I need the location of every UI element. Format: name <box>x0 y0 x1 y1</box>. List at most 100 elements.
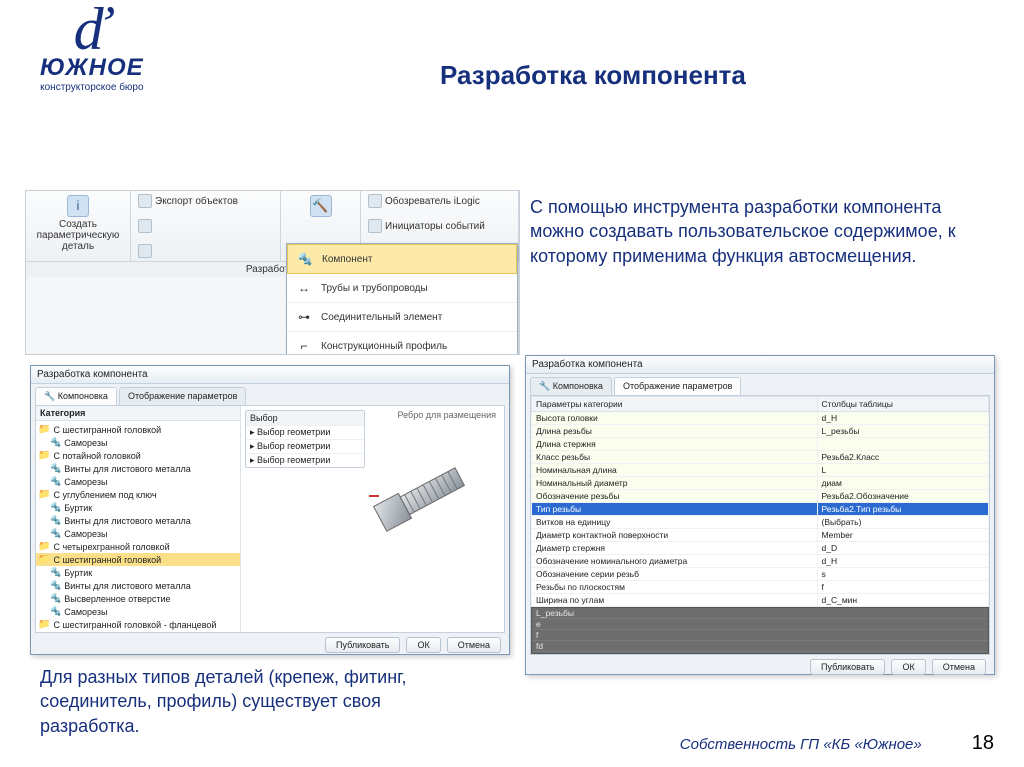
tree-item-label: Буртик <box>64 568 92 578</box>
tree-item[interactable]: 📁С шестигранной головкой - фланцевой <box>36 618 240 631</box>
tree-item[interactable]: 📁С потайной головкой <box>36 449 240 462</box>
tree-item-label: С четырехгранной головкой <box>53 542 169 552</box>
tree-item[interactable]: 🔩Винты для листового металла <box>36 462 240 475</box>
screenshot-ribbon: i Создать параметрическую деталь Экспорт… <box>25 190 520 355</box>
selection-box: Выбор ▸ Выбор геометрии ▸ Выбор геометри… <box>245 410 365 468</box>
export-icon <box>138 194 152 208</box>
tree-item[interactable]: 🔩Саморезы <box>36 605 240 618</box>
ribbon-placeholder-2[interactable] <box>135 243 276 259</box>
ribbon-button[interactable]: 🔨 <box>285 193 356 219</box>
tree-header: Категория <box>36 406 240 421</box>
table-row[interactable]: Обозначение серии резьбs <box>532 568 989 581</box>
tree-item[interactable]: 🔩Буртик <box>36 566 240 579</box>
paragraph-tool-description: С помощью инструмента разработки компоне… <box>530 195 980 268</box>
publish-button[interactable]: Публиковать <box>325 637 400 653</box>
tree-item[interactable]: 🔩Высверленное отверстие <box>36 592 240 605</box>
tree-item-label: Винты для листового металла <box>64 581 190 591</box>
table-row[interactable]: Резьбы по плоскостямf <box>532 581 989 594</box>
tree-item[interactable]: 🔩Винты для листового металла <box>36 579 240 592</box>
tree-item[interactable]: 📁С четырехгранной головкой <box>36 540 240 553</box>
event-triggers-button[interactable]: Инициаторы событий <box>365 218 514 234</box>
selection-item[interactable]: ▸ Выбор геометрии <box>246 439 364 453</box>
events-icon <box>368 219 382 233</box>
dd-label: Трубы и трубопроводы <box>321 283 428 294</box>
part-icon: 🔩 <box>50 515 61 526</box>
dropdown-item-pipes[interactable]: ↔Трубы и трубопроводы <box>287 274 517 303</box>
folder-icon: 📁 <box>38 424 50 435</box>
folder-icon: 📁 <box>38 541 50 552</box>
events-label: Инициаторы событий <box>385 221 485 232</box>
tree-item[interactable]: 🔩Буртик <box>36 501 240 514</box>
dialog-title: Разработка компонента <box>526 356 994 374</box>
list-item[interactable]: f <box>532 630 988 641</box>
table-row[interactable]: Ширина по угламd_C_мин <box>532 594 989 607</box>
logo-subtitle: конструкторское бюро <box>40 82 144 93</box>
dd-label: Соединительный элемент <box>321 312 442 323</box>
table-row[interactable]: Обозначение резьбыРезьба2.Обозначение <box>532 490 989 503</box>
tree-item[interactable]: 🔩Винты для листового металла <box>36 631 240 632</box>
tree-item-label: С углублением под ключ <box>53 490 156 500</box>
selection-item[interactable]: ▸ Выбор геометрии <box>246 425 364 439</box>
profile-icon: ⌐ <box>295 337 313 355</box>
tree-item-label: Саморезы <box>64 607 107 617</box>
table-row[interactable]: Номинальная длинаL <box>532 464 989 477</box>
dropdown-item-component[interactable]: 🔩Компонент <box>287 244 517 274</box>
tree-item[interactable]: 🔩Саморезы <box>36 527 240 540</box>
tab-layout[interactable]: 🔧 Компоновка <box>530 377 612 395</box>
list-item[interactable]: e <box>532 619 988 630</box>
tree-item[interactable]: 📁С шестигранной головкой <box>36 553 240 566</box>
browser-icon <box>368 194 382 208</box>
list-item[interactable]: d_резьбы <box>532 652 988 654</box>
ok-button[interactable]: ОК <box>891 659 925 675</box>
table-row[interactable]: Класс резьбыРезьба2.Класс <box>532 451 989 464</box>
tree-item-label: С шестигранной головкой - фланцевой <box>53 620 216 630</box>
category-tree: Категория 📁С шестигранной головкой🔩Самор… <box>36 406 241 632</box>
part-icon: 🔩 <box>50 528 61 539</box>
tree-item[interactable]: 🔩Винты для листового металла <box>36 514 240 527</box>
dropdown-item-profile[interactable]: ⌐Конструкционный профиль <box>287 332 517 355</box>
table-row[interactable]: Витков на единицу(Выбрать) <box>532 516 989 529</box>
part-icon: 🔩 <box>50 502 61 513</box>
component-dropdown: 🔩Компонент ↔Трубы и трубопроводы ⊶Соедин… <box>286 243 518 355</box>
hammer-icon: 🔨 <box>310 195 332 217</box>
generic-icon <box>138 219 152 233</box>
tab-params-display[interactable]: Отображение параметров <box>119 387 246 405</box>
dialog-title: Разработка компонента <box>31 366 509 384</box>
ribbon-placeholder-1[interactable] <box>135 218 276 234</box>
table-row[interactable]: Длина резьбыL_резьбы <box>532 425 989 438</box>
table-row[interactable]: Обозначение номинального диаметраd_H <box>532 555 989 568</box>
cancel-button[interactable]: Отмена <box>447 637 501 653</box>
tree-item[interactable]: 📁С шестигранной головкой <box>36 423 240 436</box>
column-options-list[interactable]: L_резьбыeffdd_резьбыдиамMATERIALРезьба2.… <box>531 607 989 654</box>
tab-params-display[interactable]: Отображение параметров <box>614 377 741 395</box>
part-icon: 🔩 <box>50 567 61 578</box>
ilogic-browser-button[interactable]: Обозреватель iLogic <box>365 193 514 209</box>
tree-item-label: Высверленное отверстие <box>64 594 170 604</box>
table-row[interactable]: Диаметр контактной поверхностиMember <box>532 529 989 542</box>
bolt-icon: 🔩 <box>296 250 314 268</box>
tree-item-label: С шестигранной головкой <box>53 425 161 435</box>
export-objects-button[interactable]: Экспорт объектов <box>135 193 276 209</box>
tree-item[interactable]: 📁С углублением под ключ <box>36 488 240 501</box>
table-row[interactable]: Диаметр стержняd_D <box>532 542 989 555</box>
table-row[interactable]: Высота головкиd_H <box>532 412 989 425</box>
slide-title: Разработка компонента <box>440 60 746 91</box>
tree-item[interactable]: 🔩Саморезы <box>36 475 240 488</box>
ok-button[interactable]: ОК <box>406 637 440 653</box>
table-row[interactable]: Номинальный диаметрдиам <box>532 477 989 490</box>
list-item[interactable]: L_резьбы <box>532 608 988 619</box>
create-parametric-label: Создать параметрическую деталь <box>34 219 122 252</box>
dropdown-item-connector[interactable]: ⊶Соединительный элемент <box>287 303 517 332</box>
tree-item[interactable]: 🔩Саморезы <box>36 436 240 449</box>
table-row[interactable]: Тип резьбыРезьба2.Тип резьбы <box>532 503 989 516</box>
folder-icon: 📁 <box>38 619 50 630</box>
cancel-button[interactable]: Отмена <box>932 659 986 675</box>
table-row[interactable]: Длина стержня <box>532 438 989 451</box>
selection-item[interactable]: ▸ Выбор геометрии <box>246 453 364 467</box>
tab-label: Отображение параметров <box>128 391 237 401</box>
list-item[interactable]: fd <box>532 641 988 652</box>
ilogic-label: Обозреватель iLogic <box>385 196 480 207</box>
create-parametric-button[interactable]: i Создать параметрическую деталь <box>30 193 126 254</box>
tab-layout[interactable]: 🔧 Компоновка <box>35 387 117 405</box>
publish-button[interactable]: Публиковать <box>810 659 885 675</box>
